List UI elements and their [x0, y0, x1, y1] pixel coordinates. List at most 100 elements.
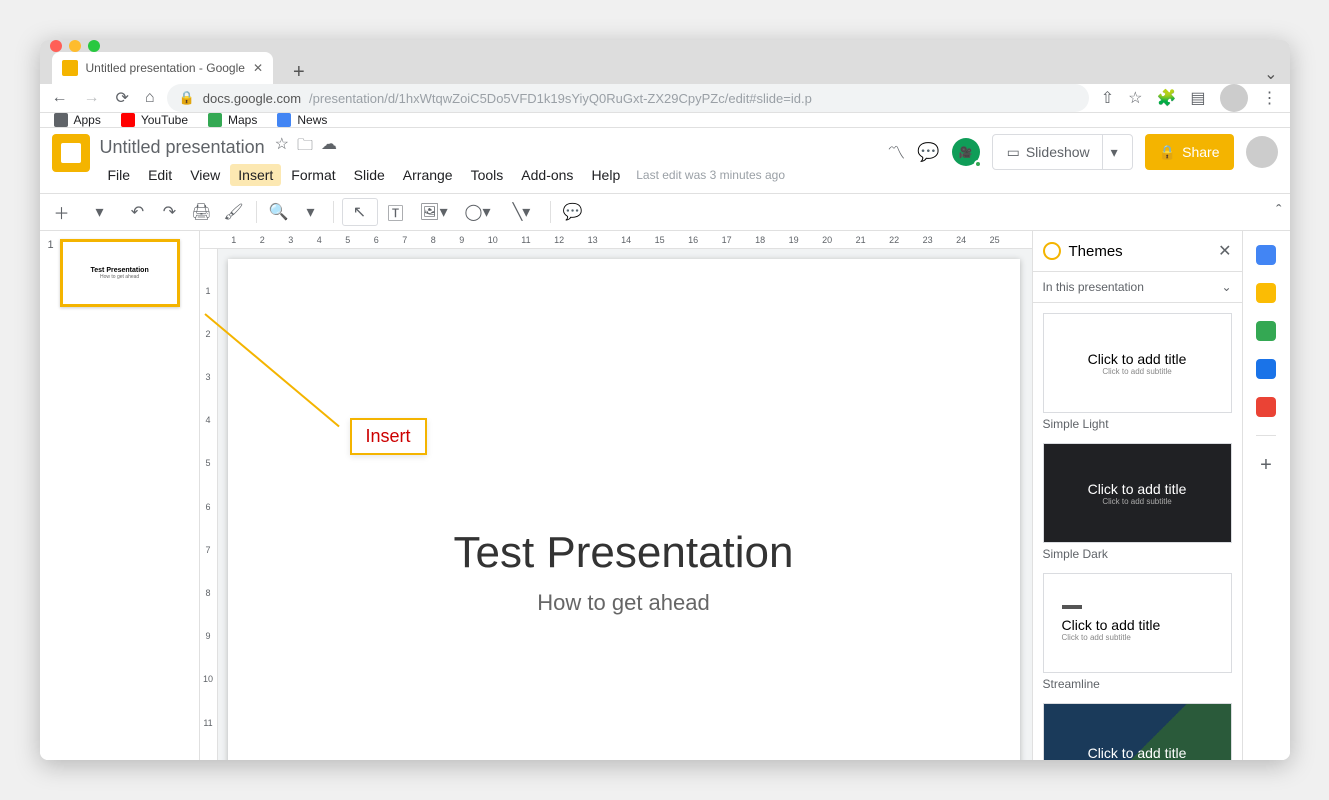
image-insert-dropdown[interactable]: 🖼▾ [414, 198, 454, 226]
profile-avatar[interactable] [1220, 84, 1248, 112]
vertical-ruler: 1234567891011121314 [200, 249, 218, 760]
share-page-icon[interactable]: ⇧ [1101, 88, 1114, 108]
reload-button[interactable]: ⟳ [116, 88, 129, 108]
slides-app: Untitled presentation ☆ 🗀 ☁ File Edit Vi… [40, 128, 1290, 760]
theme-option[interactable]: Click to add titleClick to add subtitleS… [1043, 313, 1232, 431]
paint-format-button[interactable]: 🖌 [220, 198, 248, 226]
menu-view[interactable]: View [182, 164, 228, 186]
menu-insert[interactable]: Insert [230, 164, 281, 186]
new-slide-layout-dropdown[interactable]: ▾ [80, 198, 120, 226]
ruler-tick: 17 [722, 235, 732, 245]
ruler-tick: 23 [923, 235, 933, 245]
slide-canvas[interactable]: Test Presentation How to get ahead [228, 259, 1020, 760]
reading-list-icon[interactable]: ▤ [1190, 88, 1205, 108]
bookmark-news[interactable]: News [277, 113, 327, 127]
star-icon[interactable]: ☆ [275, 134, 289, 161]
menu-tools[interactable]: Tools [463, 164, 512, 186]
last-edit-label[interactable]: Last edit was 3 minutes ago [636, 168, 785, 182]
ruler-tick: 3 [205, 372, 210, 382]
theme-preview-title: Click to add title [1088, 481, 1187, 497]
select-tool[interactable]: ↖ [342, 198, 378, 226]
ruler-tick: 3 [288, 235, 293, 245]
keep-icon[interactable] [1256, 283, 1276, 303]
tab-overflow-dropdown[interactable]: ⌄ [1264, 64, 1277, 84]
side-panel-separator [1256, 435, 1276, 436]
presence-video-icon: 🎥 [959, 146, 973, 159]
theme-option[interactable]: Click to add titleClick to add subtitleS… [1043, 443, 1232, 561]
bookmark-youtube[interactable]: YouTube [121, 113, 188, 127]
bookmark-star-icon[interactable]: ☆ [1128, 88, 1142, 108]
menu-edit[interactable]: Edit [140, 164, 180, 186]
zoom-button[interactable]: 🔍 [265, 198, 293, 226]
account-avatar[interactable] [1246, 136, 1278, 168]
lock-icon: 🔒 [179, 90, 195, 106]
zoom-dropdown[interactable]: ▾ [297, 198, 325, 226]
extensions-icon[interactable]: 🧩 [1156, 88, 1176, 108]
ruler-tick: 1 [205, 286, 210, 296]
home-button[interactable]: ⌂ [145, 89, 155, 107]
menu-slide[interactable]: Slide [346, 164, 393, 186]
maximize-window-button[interactable] [88, 40, 100, 52]
cloud-saved-icon[interactable]: ☁ [321, 134, 337, 161]
browser-tab-active[interactable]: Untitled presentation - Google ✕ [52, 52, 274, 84]
contacts-icon[interactable] [1256, 359, 1276, 379]
themes-section-toggle[interactable]: In this presentation ⌄ [1033, 271, 1242, 303]
activity-dashboard-icon[interactable]: 〽 [887, 139, 905, 165]
redo-button[interactable]: ↷ [156, 198, 184, 226]
close-tab-icon[interactable]: ✕ [253, 61, 263, 75]
line-tool-dropdown[interactable]: ╲▾ [502, 198, 542, 226]
close-window-button[interactable] [50, 40, 62, 52]
theme-option[interactable]: Click to add titleClick to add subtitleS… [1043, 573, 1232, 691]
ruler-tick: 5 [205, 458, 210, 468]
themes-list: Click to add titleClick to add subtitleS… [1033, 303, 1242, 760]
slide-title-placeholder[interactable]: Test Presentation [454, 528, 794, 578]
slide-thumbnail[interactable]: 1 Test Presentation How to get ahead [48, 239, 191, 307]
main-workspace: 1 Test Presentation How to get ahead 123… [40, 231, 1290, 760]
ruler-tick: 7 [402, 235, 407, 245]
menu-format[interactable]: Format [283, 164, 343, 186]
slides-favicon-icon [62, 60, 78, 76]
presence-indicator[interactable]: 🎥 [952, 138, 980, 166]
shape-tool-dropdown[interactable]: ◯▾ [458, 198, 498, 226]
back-button[interactable]: ← [52, 89, 68, 107]
url-input[interactable]: 🔒 docs.google.com/presentation/d/1hxWtqw… [167, 84, 1089, 112]
toolbar: ＋ ▾ ↶ ↷ 🖨 🖌 🔍 ▾ ↖ 🅃 🖼▾ ◯▾ ╲▾ 💬 ˆ [40, 193, 1290, 231]
close-themes-button[interactable]: ✕ [1218, 241, 1231, 261]
menu-addons[interactable]: Add-ons [513, 164, 581, 186]
app-header: Untitled presentation ☆ 🗀 ☁ File Edit Vi… [40, 128, 1290, 187]
slideshow-button[interactable]: ▭ Slideshow ▾ [992, 134, 1133, 170]
address-bar-right-icons: ⇧ ☆ 🧩 ▤ ⋮ [1101, 84, 1278, 112]
menu-arrange[interactable]: Arrange [395, 164, 461, 186]
ruler-tick: 21 [856, 235, 866, 245]
open-comments-icon[interactable]: 💬 [917, 142, 939, 163]
slide-subtitle-placeholder[interactable]: How to get ahead [537, 590, 709, 616]
nav-controls: ← → ⟳ ⌂ [52, 88, 155, 108]
new-slide-button[interactable]: ＋ [48, 198, 76, 226]
slideshow-dropdown[interactable]: ▾ [1102, 135, 1118, 169]
print-button[interactable]: 🖨 [188, 198, 216, 226]
maps-icon[interactable] [1256, 397, 1276, 417]
browser-menu-icon[interactable]: ⋮ [1262, 88, 1278, 108]
hide-menus-button[interactable]: ˆ [1276, 203, 1281, 221]
move-folder-icon[interactable]: 🗀 [297, 134, 313, 161]
slides-logo-icon[interactable] [52, 134, 90, 172]
annotation-callout: Insert [350, 418, 427, 455]
text-box-tool[interactable]: 🅃 [382, 198, 410, 226]
apps-launcher[interactable]: Apps [54, 113, 101, 127]
theme-preview-subtitle: Click to add subtitle [1062, 633, 1131, 642]
bookmark-maps[interactable]: Maps [208, 113, 257, 127]
theme-option[interactable]: Click to add titleFocus [1043, 703, 1232, 760]
tasks-icon[interactable] [1256, 321, 1276, 341]
add-comment-button[interactable]: 💬 [559, 198, 587, 226]
get-addons-icon[interactable]: + [1260, 454, 1272, 477]
new-tab-button[interactable]: + [293, 61, 305, 84]
ruler-tick: 12 [554, 235, 564, 245]
calendar-icon[interactable] [1256, 245, 1276, 265]
undo-button[interactable]: ↶ [124, 198, 152, 226]
menu-file[interactable]: File [100, 164, 139, 186]
menu-help[interactable]: Help [583, 164, 628, 186]
document-title-input[interactable]: Untitled presentation [100, 137, 265, 158]
minimize-window-button[interactable] [69, 40, 81, 52]
forward-button: → [84, 89, 100, 107]
share-button[interactable]: 🔒 Share [1145, 134, 1234, 170]
